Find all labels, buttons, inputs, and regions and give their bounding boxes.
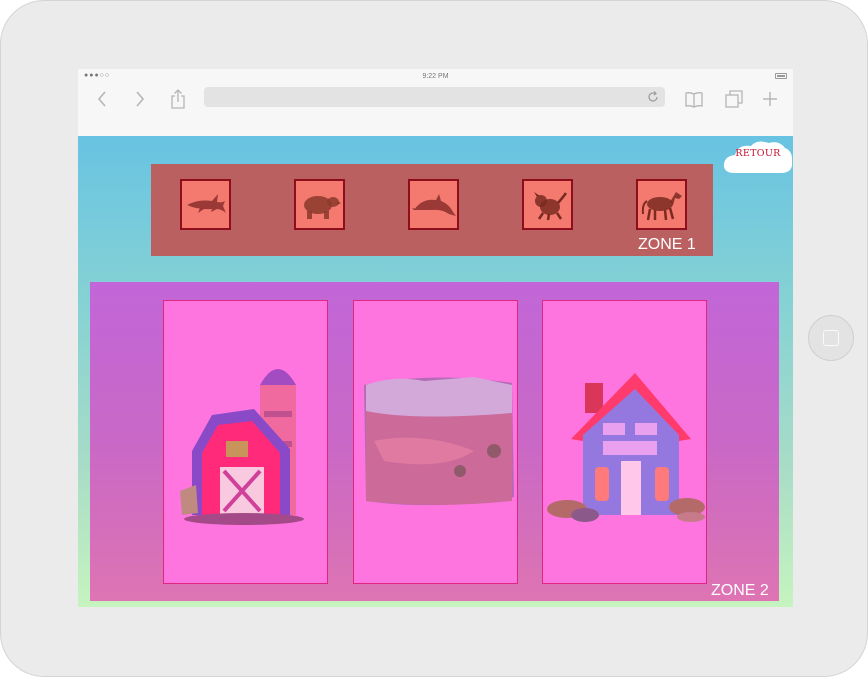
shark-icon [186,193,226,213]
forward-arrow-icon[interactable] [128,87,152,111]
barn-icon [180,369,304,525]
game-area: RETOUR ZONE 1 ZONE 2 [78,136,793,607]
dog-icon [533,191,567,220]
zone-2-label: ZONE 2 [711,582,769,599]
retour-label: RETOUR [735,148,781,159]
tabs-icon[interactable] [722,87,746,111]
drop-target-house[interactable] [542,300,707,584]
bookmarks-icon[interactable] [682,87,706,111]
landscape-icon [364,377,514,506]
status-bar: ●●●○○ 9:22 PM [78,69,793,85]
zone-2: ZONE 2 [90,282,779,601]
address-bar[interactable] [204,87,665,107]
browser-screen: ●●●○○ 9:22 PM RETOUR ZONE 1 ZONE 2 [78,69,793,607]
animal-tile-dolphin[interactable] [408,179,459,230]
home-square-icon [823,330,839,346]
animal-tile-horse[interactable] [636,179,687,230]
zone-1: ZONE 1 [151,164,713,256]
horse-icon [641,191,682,220]
dolphin-icon [411,193,456,216]
drop-target-wild-landscape[interactable] [353,300,518,584]
browser-toolbar [78,85,793,137]
house-icon [547,373,705,522]
status-time: 9:22 PM [422,73,449,80]
animal-tile-shark[interactable] [180,179,231,230]
new-tab-icon[interactable] [758,87,782,111]
bear-icon [303,195,341,219]
reload-icon[interactable] [645,89,661,105]
battery-icon [775,73,787,79]
home-button[interactable] [808,315,854,361]
animal-tile-dog[interactable] [522,179,573,230]
animal-tile-bear[interactable] [294,179,345,230]
retour-button[interactable]: RETOUR [723,138,793,173]
drop-target-farm[interactable] [163,300,328,584]
back-arrow-icon[interactable] [90,87,114,111]
share-icon[interactable] [166,87,190,111]
zone-1-label: ZONE 1 [638,236,696,253]
